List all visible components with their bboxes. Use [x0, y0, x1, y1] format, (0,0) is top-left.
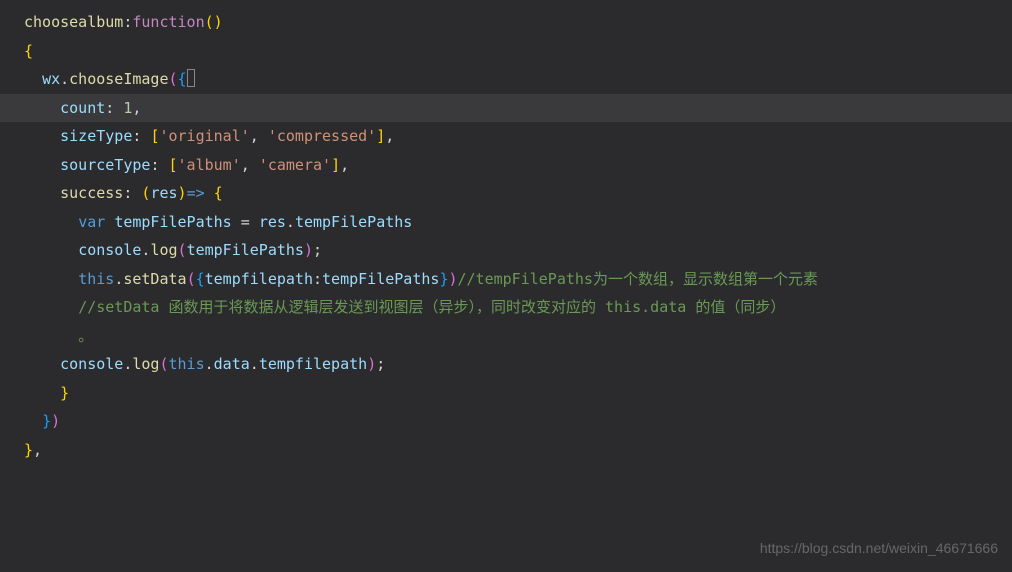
- token-string: 'compressed': [268, 127, 376, 145]
- token-brace: {: [24, 42, 33, 60]
- token-method: chooseImage: [69, 70, 168, 88]
- code-line[interactable]: 。: [0, 322, 1012, 351]
- token-property: tempFilePaths: [295, 213, 412, 231]
- token-object: console: [78, 241, 141, 259]
- code-line[interactable]: var tempFilePaths = res.tempFilePaths: [0, 208, 1012, 237]
- token-method: log: [150, 241, 177, 259]
- token-function: choosealbum: [24, 13, 123, 31]
- code-line[interactable]: }: [0, 379, 1012, 408]
- code-line[interactable]: //setData 函数用于将数据从逻辑层发送到视图层（异步），同时改变对应的 …: [0, 293, 1012, 322]
- token-object: res: [259, 213, 286, 231]
- token-brace: {: [214, 184, 223, 202]
- token-property: count: [60, 99, 105, 117]
- token-brace: }: [60, 384, 69, 402]
- code-line[interactable]: success: (res)=> {: [0, 179, 1012, 208]
- token-paren: (: [159, 355, 168, 373]
- token-paren: (: [178, 241, 187, 259]
- token-brace: {: [196, 270, 205, 288]
- code-line[interactable]: },: [0, 436, 1012, 465]
- token-property: sourceType: [60, 156, 150, 174]
- token-paren: ): [51, 412, 60, 430]
- token-object: wx: [42, 70, 60, 88]
- token-bracket: ]: [331, 156, 340, 174]
- token-property: success: [60, 184, 123, 202]
- token-string: 'original': [159, 127, 249, 145]
- cursor-caret: [187, 69, 195, 87]
- token-paren: (): [205, 13, 223, 31]
- token-arg: tempFilePaths: [187, 241, 304, 259]
- code-line[interactable]: choosealbum:function(): [0, 8, 1012, 37]
- code-line[interactable]: sizeType: ['original', 'compressed'],: [0, 122, 1012, 151]
- token-paren: ): [448, 270, 457, 288]
- token-string: 'camera': [259, 156, 331, 174]
- token-bracket: ]: [376, 127, 385, 145]
- token-arrow: =>: [187, 184, 205, 202]
- token-paren: ): [367, 355, 376, 373]
- token-property: sizeType: [60, 127, 132, 145]
- code-line[interactable]: console.log(tempFilePaths);: [0, 236, 1012, 265]
- token-brace: {: [178, 70, 187, 88]
- token-paren: ): [178, 184, 187, 202]
- token-paren: (: [187, 270, 196, 288]
- token-key: tempfilepath: [205, 270, 313, 288]
- token-comment: 。: [78, 327, 93, 345]
- token-brace: }: [24, 441, 33, 459]
- token-comment: //setData 函数用于将数据从逻辑层发送到视图层（异步），同时改变对应的 …: [78, 298, 785, 316]
- token-bracket: [: [169, 156, 178, 174]
- code-line-active[interactable]: count: 1,: [0, 94, 1012, 123]
- code-line[interactable]: this.setData({tempfilepath:tempFilePaths…: [0, 265, 1012, 294]
- code-editor[interactable]: choosealbum:function() { wx.chooseImage(…: [0, 0, 1012, 472]
- token-object: console: [60, 355, 123, 373]
- token-param: res: [150, 184, 177, 202]
- token-comment: //tempFilePaths为一个数组，显示数组第一个元素: [458, 270, 818, 288]
- token-method: log: [132, 355, 159, 373]
- token-method: setData: [123, 270, 186, 288]
- code-line[interactable]: sourceType: ['album', 'camera'],: [0, 151, 1012, 180]
- code-line[interactable]: wx.chooseImage({: [0, 65, 1012, 94]
- token-string: 'album': [178, 156, 241, 174]
- token-this: this: [78, 270, 114, 288]
- token-property: data: [214, 355, 250, 373]
- token-this: this: [169, 355, 205, 373]
- watermark-text: https://blog.csdn.net/weixin_46671666: [760, 535, 998, 562]
- token-property: tempfilepath: [259, 355, 367, 373]
- token-keyword: function: [132, 13, 204, 31]
- token-value: tempFilePaths: [322, 270, 439, 288]
- code-line[interactable]: {: [0, 37, 1012, 66]
- token-variable: tempFilePaths: [114, 213, 231, 231]
- token-keyword: var: [78, 213, 105, 231]
- code-line[interactable]: }): [0, 407, 1012, 436]
- code-line[interactable]: console.log(this.data.tempfilepath);: [0, 350, 1012, 379]
- token-brace: }: [42, 412, 51, 430]
- token-paren: ): [304, 241, 313, 259]
- token-paren: (: [169, 70, 178, 88]
